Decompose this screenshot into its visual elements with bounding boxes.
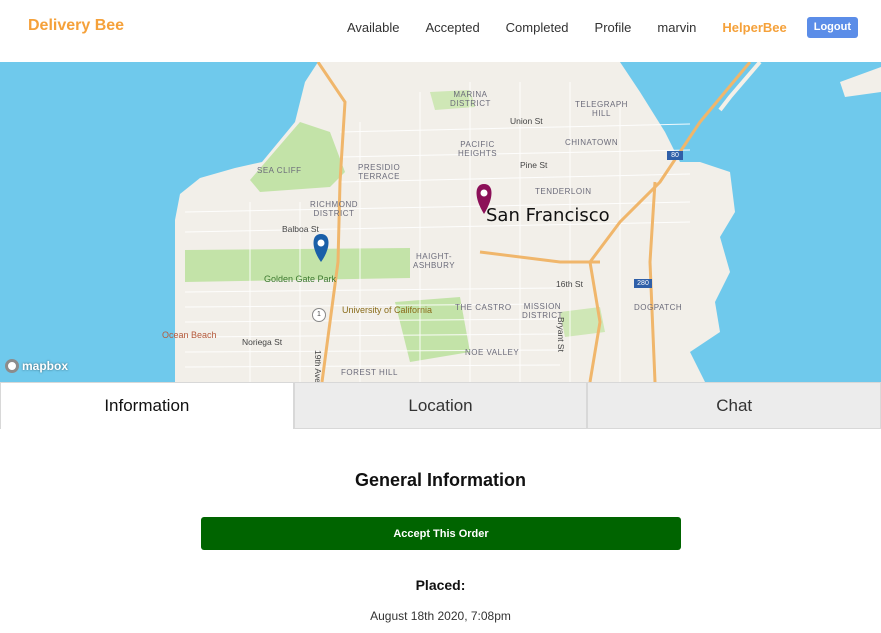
- map-label-19th: 19th Ave: [313, 350, 323, 382]
- map-canvas: [0, 62, 881, 382]
- placed-label: Placed:: [415, 577, 466, 593]
- nav-role[interactable]: HelperBee: [722, 20, 786, 35]
- map-label-haight: HAIGHT- ASHBURY: [413, 252, 456, 270]
- map-label-ucsf: University of California: [342, 305, 433, 315]
- interstate-80-shield: 80: [667, 151, 683, 160]
- route-1-shield: 1: [312, 308, 326, 322]
- map-label-union: Union St: [510, 116, 543, 126]
- map-label-noe: NOE VALLEY: [465, 348, 520, 357]
- navbar: Delivery Bee Available Accepted Complete…: [0, 0, 881, 62]
- map-label-balboa: Balboa St: [282, 224, 319, 234]
- nav-available[interactable]: Available: [347, 20, 400, 35]
- map-label-presidio: PRESIDIO TERRACE: [358, 163, 401, 181]
- section-title: General Information: [354, 470, 527, 490]
- tab-information[interactable]: Information: [0, 382, 294, 429]
- map-label-richmond: RICHMOND DISTRICT: [310, 200, 358, 218]
- map-label-telegraph: TELEGRAPH HILL: [575, 100, 628, 118]
- map-label-chinatown: CHINATOWN: [565, 138, 619, 147]
- tab-chat[interactable]: Chat: [587, 382, 881, 429]
- nav-completed[interactable]: Completed: [506, 20, 569, 35]
- nav-profile[interactable]: Profile: [595, 20, 632, 35]
- tab-bar: Information Location Chat: [0, 382, 881, 429]
- logout-button[interactable]: Logout: [806, 16, 858, 38]
- map-label-castro: THE CASTRO: [455, 303, 512, 312]
- city-label: San Francisco: [486, 205, 610, 226]
- map-label-tenderloin: TENDERLOIN: [535, 187, 592, 196]
- interstate-280-shield: 280: [634, 279, 652, 288]
- map-label-noriega: Noriega St: [242, 337, 283, 347]
- map-label-pacific: PACIFIC HEIGHTS: [458, 140, 498, 158]
- map-label-pine: Pine St: [520, 160, 548, 170]
- mapbox-text: mapbox: [22, 359, 69, 373]
- map-label-marina: MARINA DISTRICT: [450, 90, 491, 108]
- map-label-seacliff: SEA CLIFF: [257, 166, 302, 175]
- mapbox-logo[interactable]: mapbox: [5, 359, 68, 373]
- map-label-bryant: Bryant St: [556, 317, 566, 352]
- map[interactable]: MARINA DISTRICT TELEGRAPH HILL Union St …: [0, 62, 881, 382]
- map-label-ggpark: Golden Gate Park: [264, 274, 337, 284]
- placed-value: August 18th 2020, 7:08pm: [370, 609, 511, 623]
- map-label-forest: FOREST HILL: [341, 368, 398, 377]
- nav-username[interactable]: marvin: [657, 20, 696, 35]
- mapbox-icon: [5, 359, 19, 373]
- map-label-16th: 16th St: [556, 279, 583, 289]
- map-label-ocean-beach: Ocean Beach: [162, 330, 217, 340]
- nav-links: Available Accepted Completed Profile mar…: [321, 0, 881, 54]
- accept-order-button[interactable]: Accept This Order: [201, 517, 681, 550]
- brand-logo[interactable]: Delivery Bee: [28, 17, 124, 35]
- nav-accepted[interactable]: Accepted: [425, 20, 479, 35]
- tab-location[interactable]: Location: [293, 382, 588, 429]
- map-label-dogpatch: DOGPATCH: [634, 303, 683, 312]
